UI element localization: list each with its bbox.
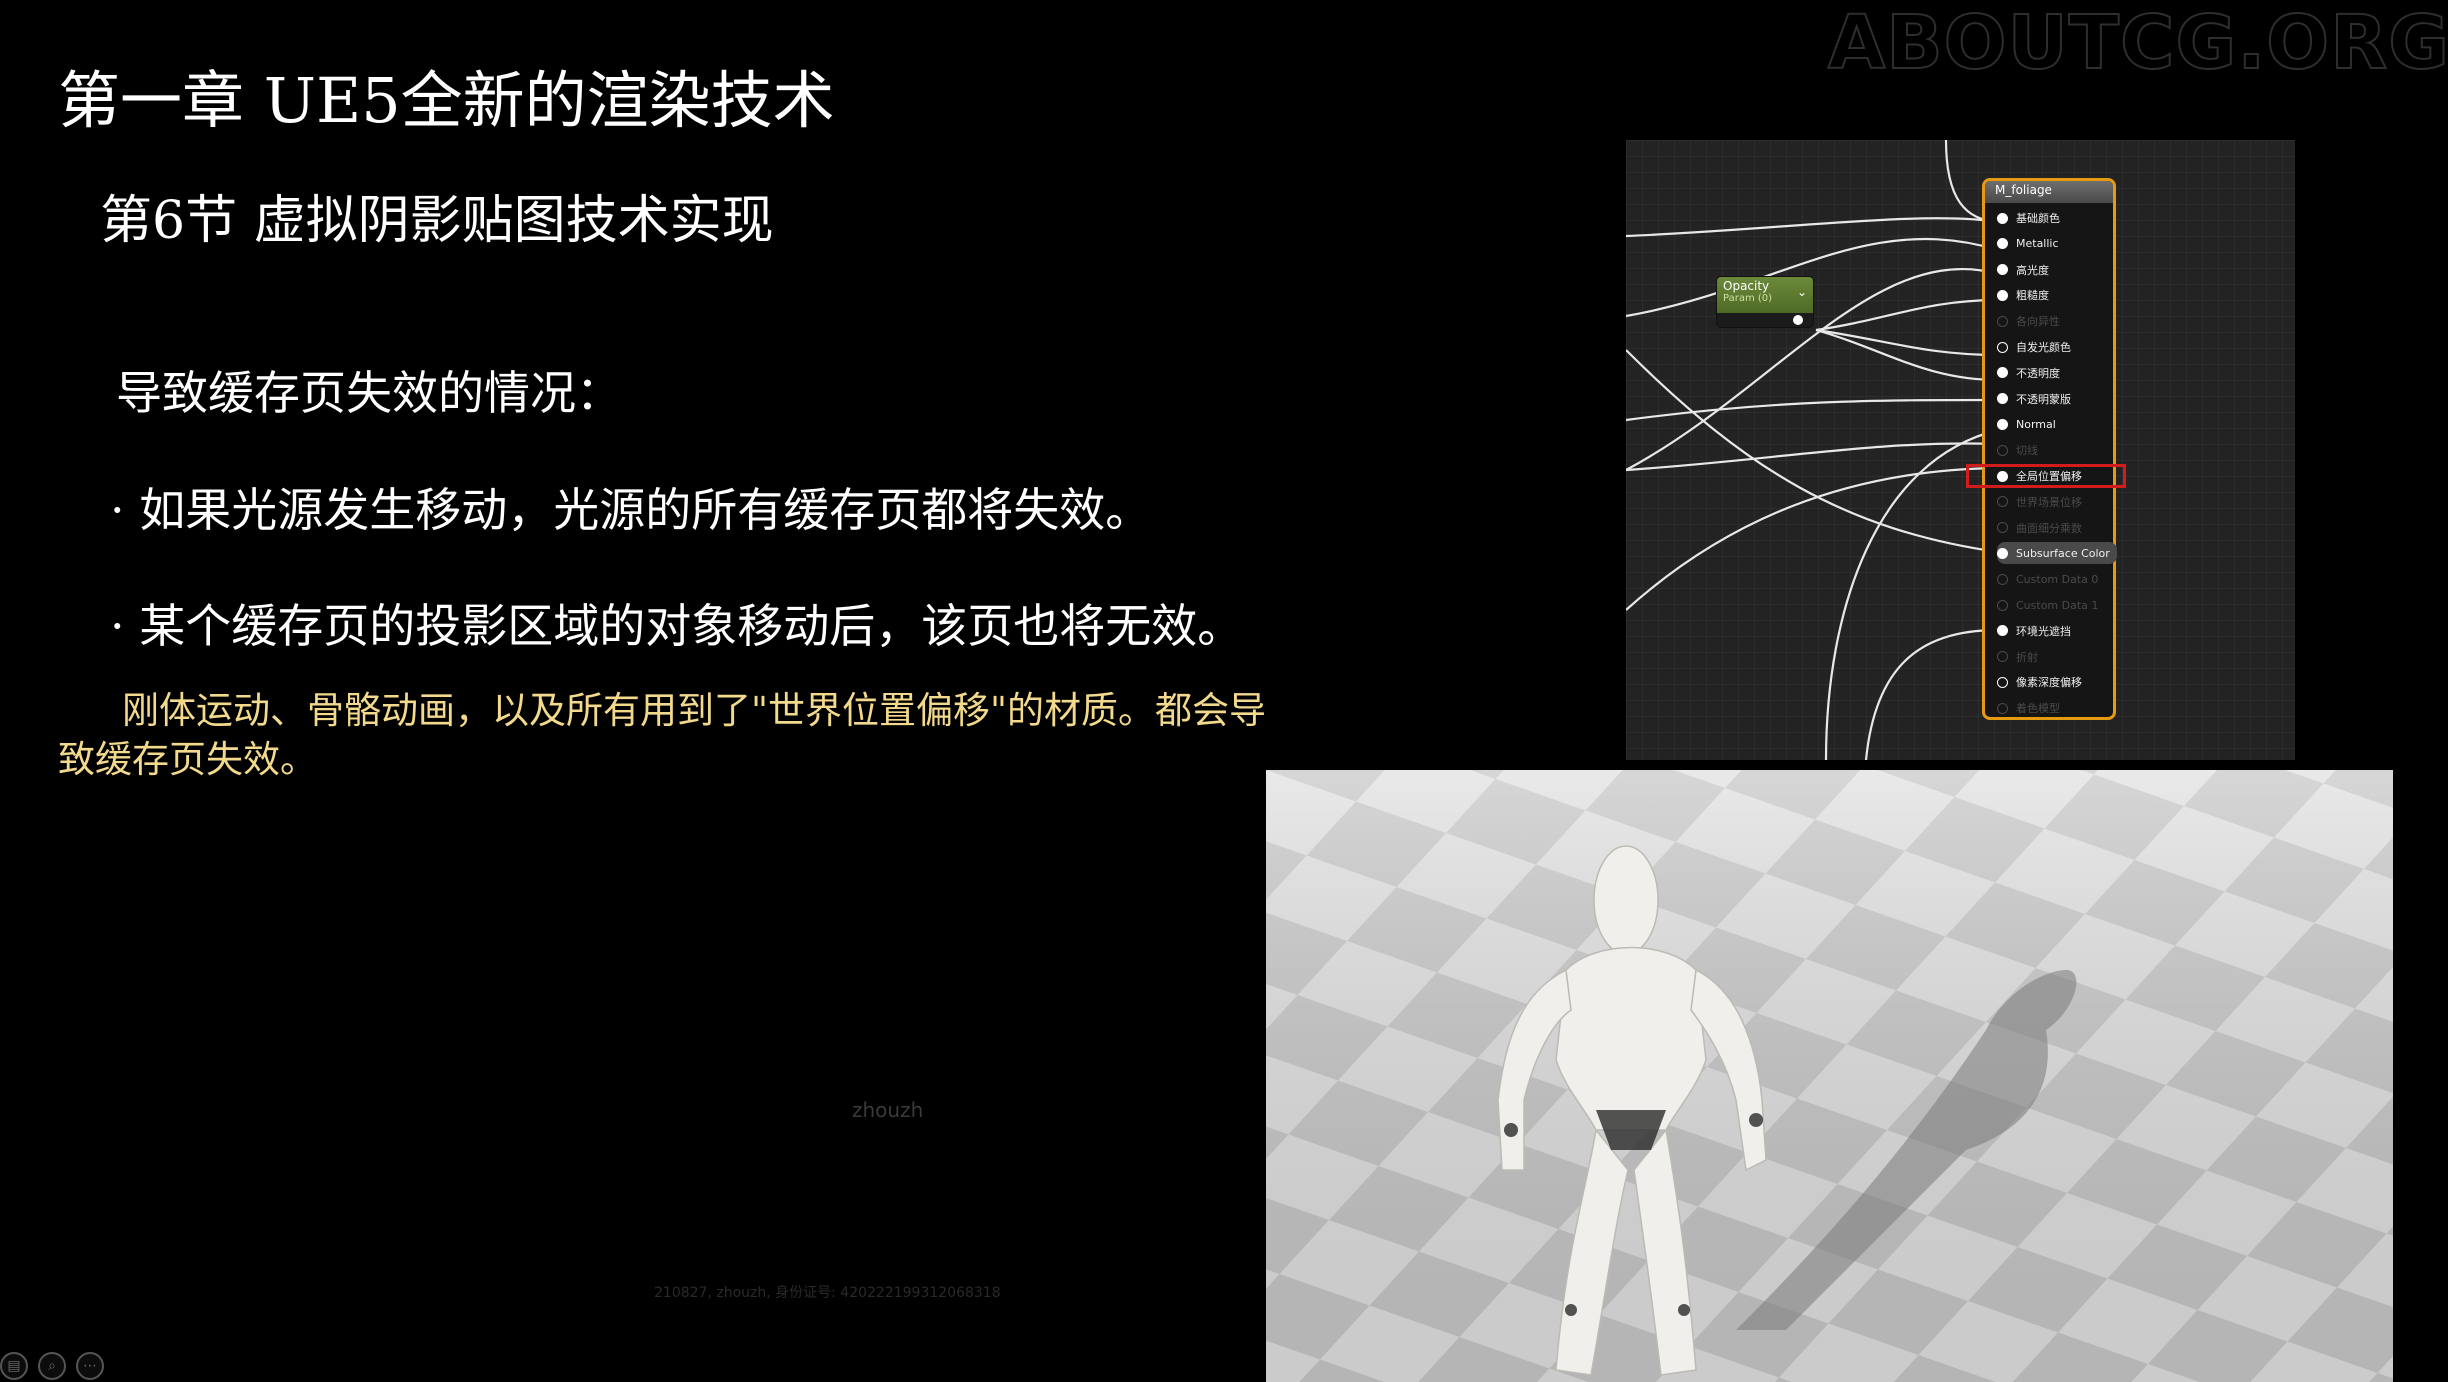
material-pin: 高光度: [1997, 259, 2117, 281]
pin-dot-icon: [1997, 599, 2008, 611]
faint-id-watermark: 210827, zhouzh, 身份证号: 420222199312068318: [654, 1285, 1001, 1301]
note-text: 刚体运动、骨骼动画，以及所有用到了"世界位置偏移"的材质。都会导致缓存页失效。: [58, 689, 1267, 781]
pin-label: 世界场景位移: [2016, 495, 2082, 509]
pin-dot-icon: [1997, 264, 2008, 276]
zoom-icon[interactable]: ⌕: [38, 1352, 66, 1380]
more-icon[interactable]: ⋯: [76, 1352, 104, 1380]
pin-label: Subsurface Color: [2016, 546, 2110, 560]
pin-dot-icon: [1997, 289, 2008, 301]
material-pin: Custom Data 1: [1997, 594, 2117, 616]
pin-label: Custom Data 1: [2016, 598, 2099, 612]
pin-dot-icon: [1997, 522, 2008, 534]
slide-subtitle: 第6节 虚拟阴影贴图技术实现: [100, 191, 774, 251]
intro-text: 导致缓存页失效的情况：: [116, 366, 622, 420]
pin-dot-icon: [1997, 212, 2008, 224]
pin-label: 折射: [2016, 650, 2038, 664]
pin-dot-icon: [1997, 315, 2008, 327]
mannequin-scene: [1266, 770, 2393, 1382]
pin-dot-icon: [1997, 625, 2008, 637]
pin-label: 环境光遮挡: [2016, 624, 2071, 638]
material-pin: 不透明蒙版: [1997, 388, 2117, 410]
pin-dot-icon: [1997, 238, 2008, 250]
bullet-item: · 某个缓存页的投影区域的对象移动后，该页也将无效。: [110, 599, 1244, 653]
opacity-node-title: Opacity: [1723, 279, 1770, 293]
pin-dot-icon: [1997, 418, 2008, 430]
pin-label: 各向异性: [2016, 315, 2060, 329]
material-output-node: M_foliage 基础颜色 Metallic 高光度粗糙度各向异性自发光颜色不透明…: [1982, 178, 2117, 720]
material-pin: 着色模型: [1997, 697, 2117, 719]
material-pin: Subsurface Color: [1997, 542, 2117, 565]
pin-label: 切线: [2016, 444, 2038, 458]
material-pin: 粗糙度: [1997, 284, 2117, 306]
bullet-item: · 如果光源发生移动，光源的所有缓存页都将失效。: [110, 483, 1152, 537]
pin-label: 粗糙度: [2016, 289, 2049, 303]
material-pin: Custom Data 0: [1997, 568, 2117, 590]
pin-dot-icon: [1997, 573, 2008, 585]
site-watermark: ABOUTCG.ORG: [1827, 0, 2448, 87]
faint-username: zhouzh: [852, 1098, 924, 1122]
material-node-graph: Opacity Param (0) ⌄ M_foliage 基础颜色 Metall…: [1626, 140, 2295, 760]
material-pin: 各向异性: [1997, 310, 2117, 332]
pin-label: Metallic: [2016, 237, 2059, 251]
pin-label: 基础颜色: [2016, 212, 2060, 225]
pin-label: Normal: [2016, 417, 2056, 431]
material-pin: Metallic: [1997, 233, 2117, 255]
material-node-title: M_foliage: [1985, 181, 2113, 203]
pin-label: 着色模型: [2016, 702, 2060, 716]
highlight-box: [1966, 464, 2126, 488]
material-pin: 曲面细分乘数: [1997, 517, 2117, 539]
material-pin: 基础颜色: [1997, 207, 2117, 229]
pin-label: 高光度: [2016, 263, 2049, 277]
pin-dot-icon: [1997, 367, 2008, 379]
pin-dot-icon: [1997, 547, 2008, 559]
material-pin: Normal: [1997, 413, 2117, 435]
pin-dot-icon: [1997, 676, 2008, 688]
pin-label: 曲面细分乘数: [2016, 521, 2082, 535]
material-pin: 切线: [1997, 439, 2117, 461]
material-pin: 折射: [1997, 646, 2117, 668]
pin-label: 不透明度: [2016, 366, 2060, 380]
pin-dot-icon: [1997, 444, 2008, 456]
opacity-param-node: Opacity Param (0) ⌄: [1716, 276, 1814, 328]
viewport-screenshot: [1266, 770, 2393, 1382]
pin-label: Custom Data 0: [2016, 572, 2099, 586]
pin-label: 像素深度偏移: [2016, 676, 2082, 690]
material-pin: 世界场景位移: [1997, 491, 2117, 513]
slide-title: 第一章 UE5全新的渲染技术: [58, 64, 835, 137]
material-pin: 自发光颜色: [1997, 336, 2117, 358]
pin-dot-icon: [1997, 341, 2008, 353]
material-pin: 不透明度: [1997, 362, 2117, 384]
pin-dot-icon: [1997, 496, 2008, 508]
presentation-toolbar: ▤ ⌕ ⋯: [0, 1352, 104, 1382]
pin-label: 自发光颜色: [2016, 341, 2071, 354]
chevron-down-icon: ⌄: [1796, 285, 1807, 299]
pin-label: 不透明蒙版: [2016, 392, 2071, 406]
pin-dot-icon: [1997, 393, 2008, 405]
material-pin: 像素深度偏移: [1997, 671, 2117, 693]
pin-dot-icon: [1997, 651, 2008, 663]
material-pin: 环境光遮挡: [1997, 620, 2117, 642]
graph-wires: [1626, 140, 1999, 760]
opacity-node-sub: Param (0): [1723, 293, 1773, 304]
output-pin-icon: [1793, 315, 1803, 325]
slides-icon[interactable]: ▤: [0, 1352, 28, 1380]
pin-dot-icon: [1997, 702, 2008, 714]
